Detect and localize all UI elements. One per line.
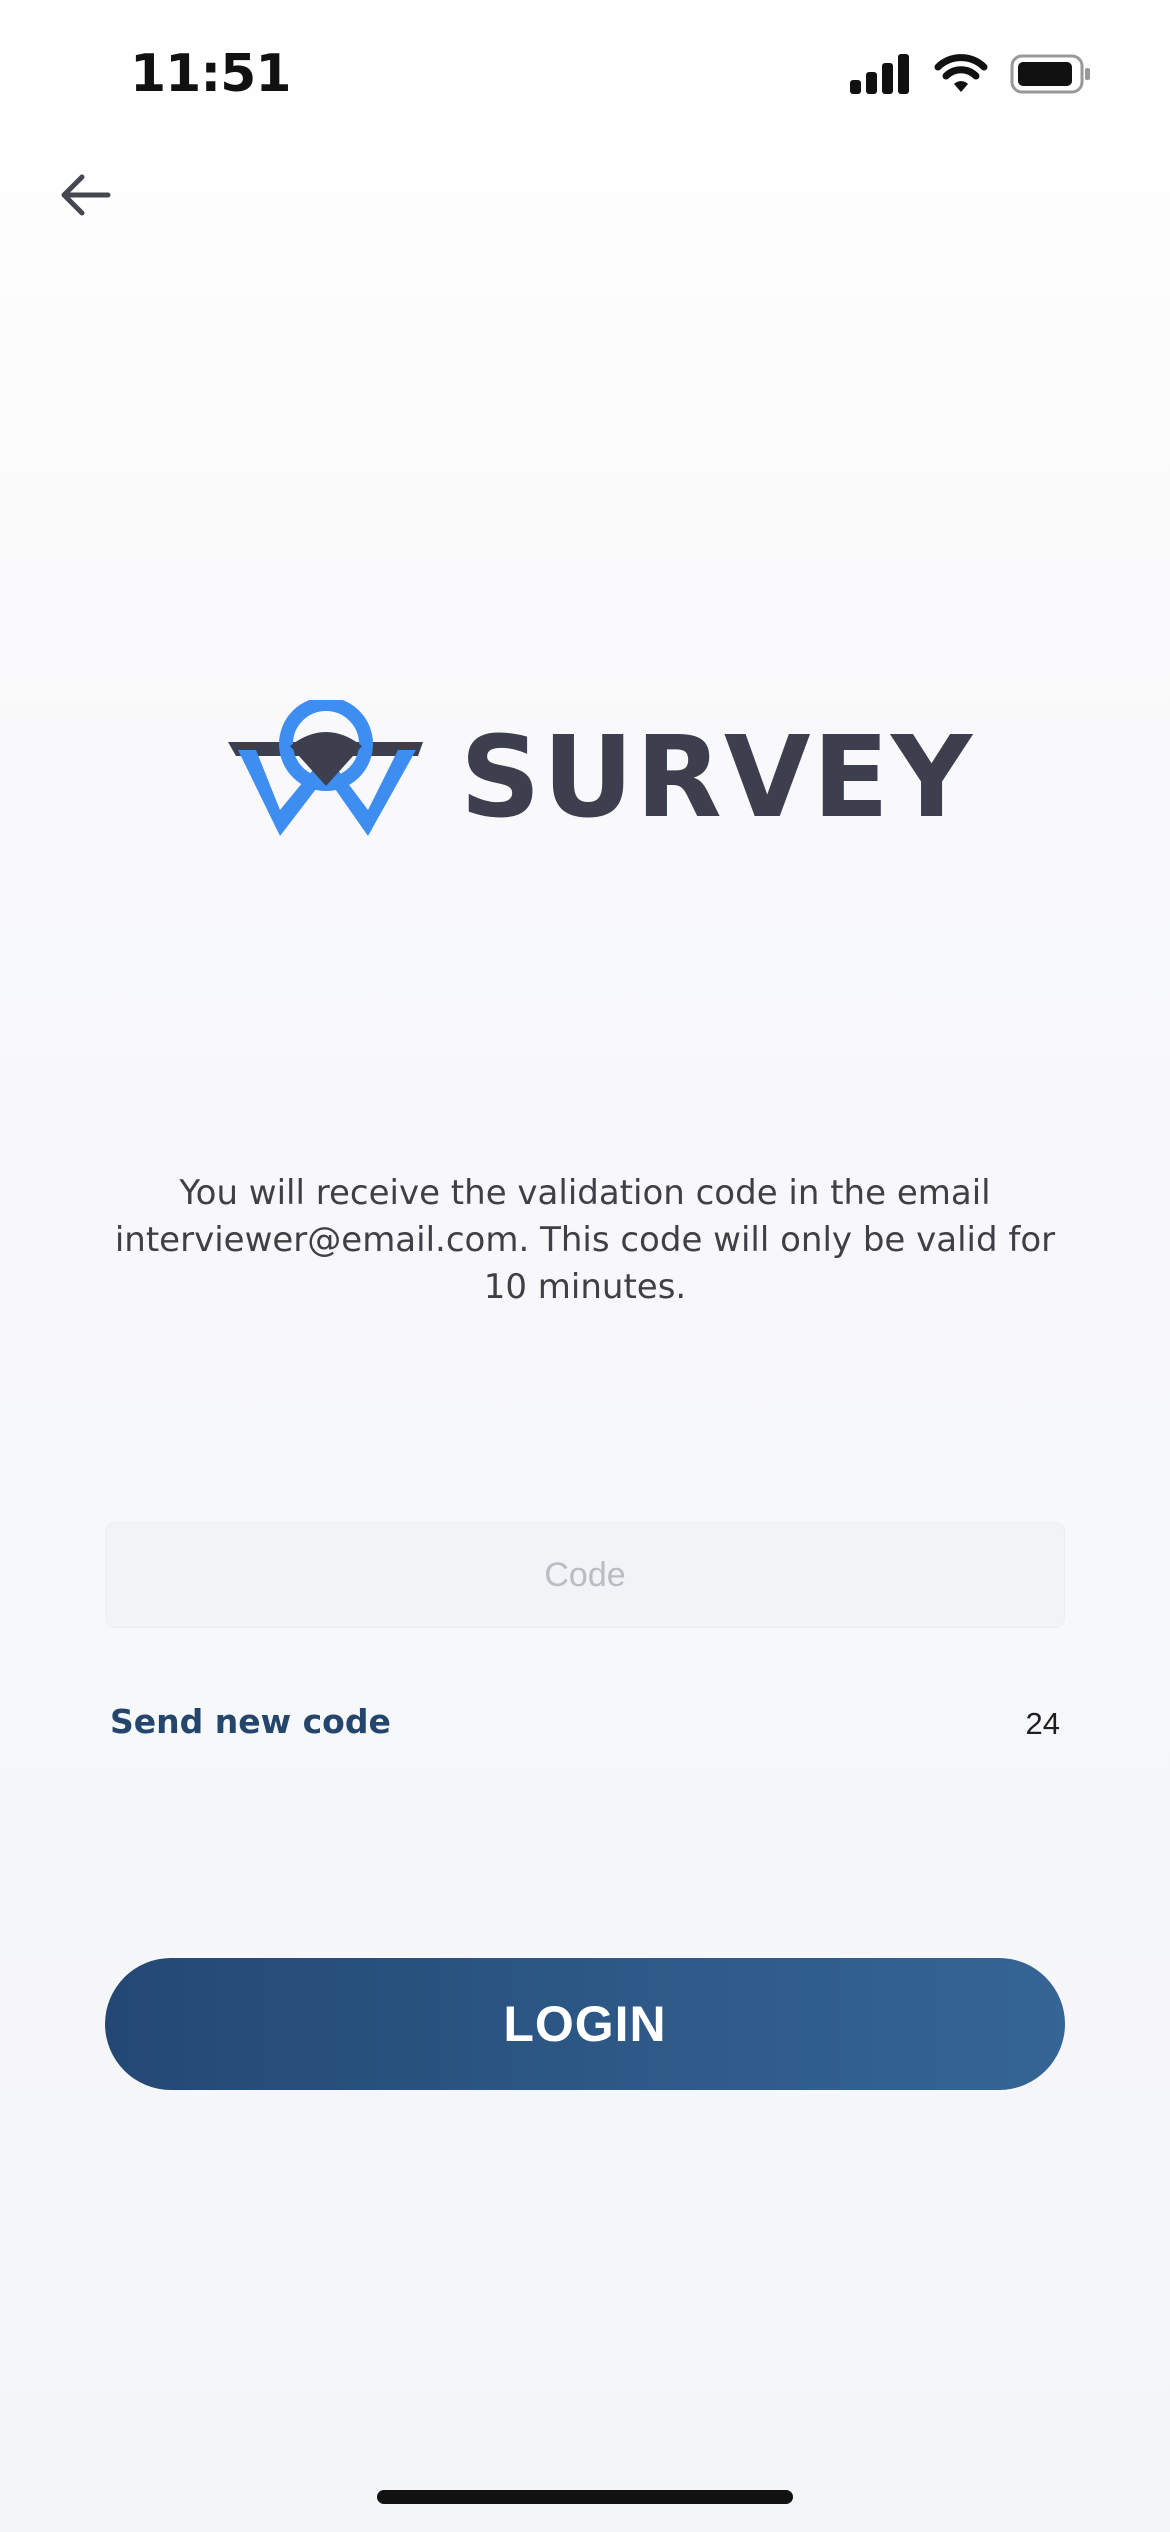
send-new-code-link[interactable]: Send new code (110, 1702, 391, 1741)
code-input[interactable] (106, 1523, 1064, 1627)
status-time: 11:51 (130, 44, 292, 104)
wifi-icon (934, 54, 988, 92)
cellular-signal-icon (850, 54, 909, 94)
resend-countdown: 24 (1025, 1706, 1060, 1741)
back-button[interactable] (50, 160, 120, 230)
logo-wordmark: SURVEY (460, 713, 975, 843)
login-button[interactable]: LOGIN (105, 1958, 1065, 2090)
status-icons (850, 54, 1092, 94)
battery-icon (1010, 54, 1090, 94)
home-indicator (377, 2490, 793, 2504)
code-field[interactable] (105, 1522, 1065, 1628)
survey-logo: SURVEY (228, 700, 972, 850)
survey-logo-icon (228, 700, 423, 836)
status-bar: 11:51 (0, 0, 1170, 150)
validation-info-text: You will receive the validation code in … (114, 1173, 1056, 1307)
arrow-left-icon (61, 174, 111, 216)
login-button-label: LOGIN (503, 1996, 667, 2052)
